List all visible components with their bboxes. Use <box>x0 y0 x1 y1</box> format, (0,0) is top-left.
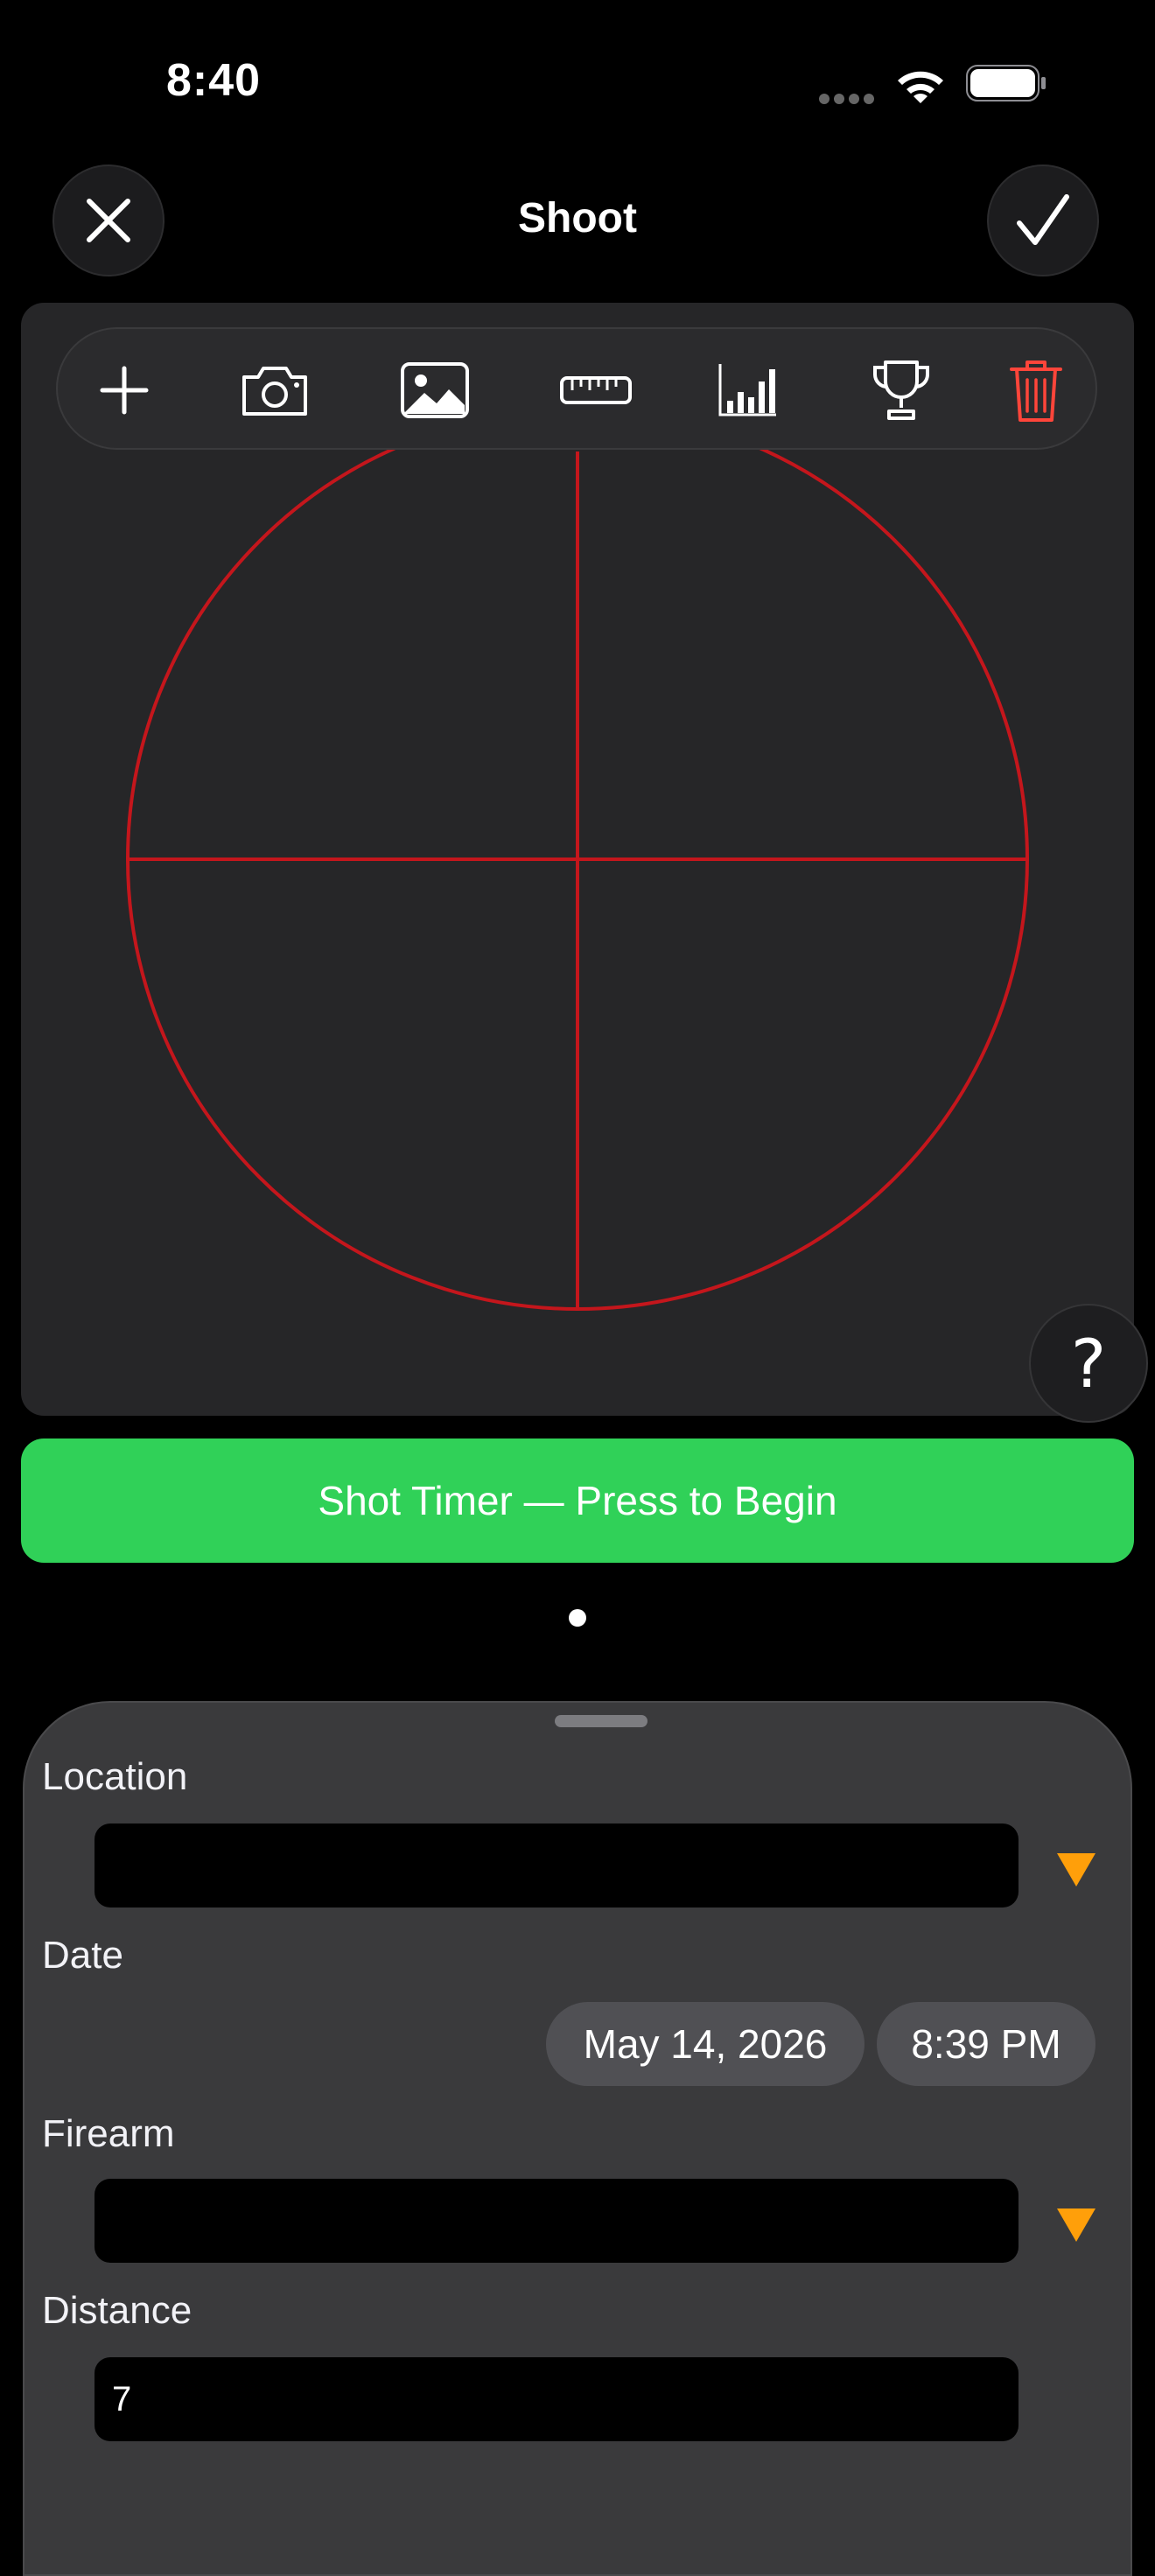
target-toolbar <box>56 327 1097 450</box>
location-field[interactable] <box>94 1824 1018 1908</box>
delete-button[interactable] <box>996 350 1076 430</box>
distance-field[interactable]: 7 <box>94 2357 1018 2441</box>
target-reticle <box>126 406 1029 1311</box>
firearm-label: Firearm <box>42 2112 175 2155</box>
shot-timer-button[interactable]: Shot Timer — Press to Begin <box>21 1438 1134 1563</box>
page-indicator-dot[interactable] <box>569 1609 586 1627</box>
trash-icon <box>1010 360 1062 422</box>
location-label: Location <box>42 1755 188 1798</box>
sheet-grabber[interactable] <box>555 1715 648 1727</box>
date-label: Date <box>42 1934 123 1977</box>
status-time: 8:40 <box>166 55 262 106</box>
chart-icon <box>718 364 776 416</box>
camera-icon <box>242 367 307 416</box>
measure-button[interactable] <box>556 350 636 430</box>
distance-label: Distance <box>42 2289 192 2332</box>
page-title: Shoot <box>518 195 637 242</box>
date-picker[interactable]: May 14, 2026 <box>546 2002 864 2086</box>
add-icon <box>100 366 149 415</box>
camera-button[interactable] <box>234 350 315 430</box>
trophy-button[interactable] <box>861 350 942 430</box>
stats-button[interactable] <box>707 350 788 430</box>
wifi-icon <box>898 71 943 103</box>
photo-library-button[interactable] <box>395 350 475 430</box>
photo-icon <box>401 362 469 418</box>
firearm-field[interactable] <box>94 2179 1018 2263</box>
help-button[interactable]: ? <box>1029 1304 1148 1423</box>
cellular-signal-icon <box>819 93 878 108</box>
firearm-dropdown-icon[interactable] <box>1057 2208 1096 2242</box>
add-button[interactable] <box>84 350 164 430</box>
trophy-icon <box>873 360 929 420</box>
details-sheet: Location Date May 14, 2026 8:39 PM Firea… <box>23 1701 1132 2576</box>
done-button[interactable] <box>987 164 1099 276</box>
ruler-icon <box>560 376 632 404</box>
battery-icon <box>966 65 1046 102</box>
checkmark-icon <box>1017 194 1069 245</box>
location-dropdown-icon[interactable] <box>1057 1853 1096 1886</box>
time-picker[interactable]: 8:39 PM <box>877 2002 1096 2086</box>
